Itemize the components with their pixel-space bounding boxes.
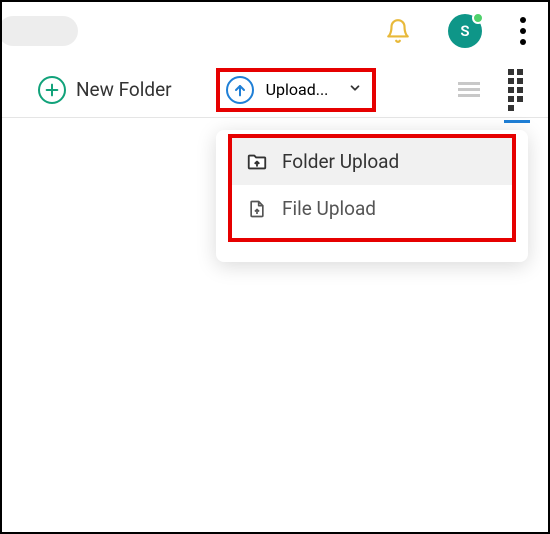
folder-upload-icon <box>246 151 268 173</box>
highlight-upload: Upload... <box>216 68 377 112</box>
grid-view-button[interactable] <box>504 65 530 115</box>
upload-dropdown-button[interactable]: Upload... <box>216 68 377 112</box>
upload-circle-icon <box>226 76 254 104</box>
menu-item-label: Folder Upload <box>282 150 399 173</box>
highlight-menu: Folder Upload File Upload <box>228 134 516 242</box>
upload-label: Upload... <box>266 80 329 99</box>
upload-dropdown-menu: Folder Upload File Upload <box>216 130 528 262</box>
menu-item-label: File Upload <box>282 197 376 220</box>
menu-item-file-upload[interactable]: File Upload <box>232 185 512 232</box>
account-avatar[interactable]: S <box>448 14 482 48</box>
avatar-letter: S <box>460 22 469 40</box>
file-upload-icon <box>246 198 268 220</box>
chevron-down-icon <box>348 80 362 99</box>
menu-item-folder-upload[interactable]: Folder Upload <box>232 138 512 185</box>
presence-indicator <box>472 12 484 24</box>
